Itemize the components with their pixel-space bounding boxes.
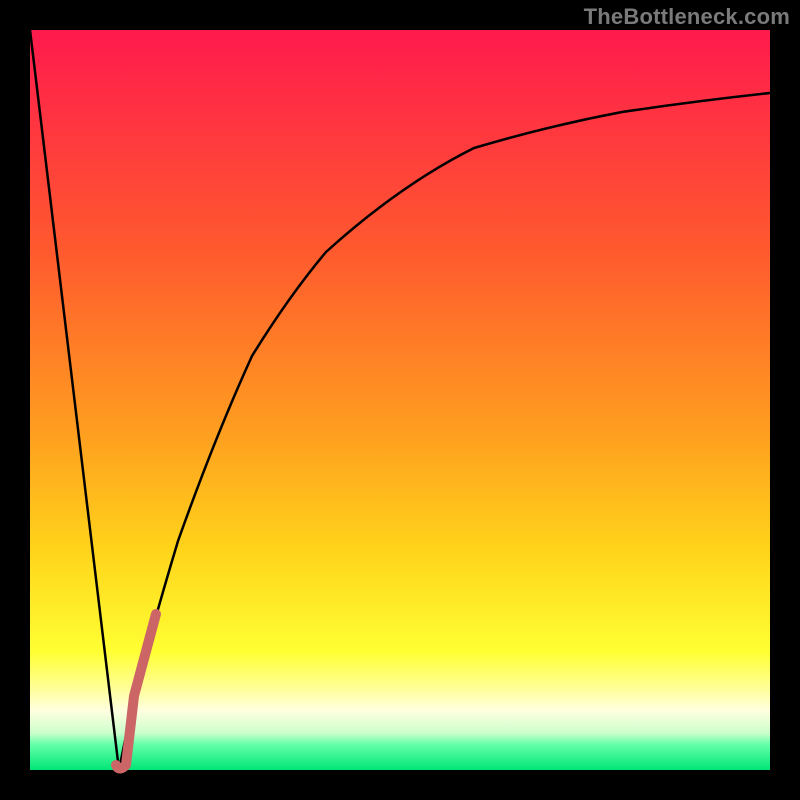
chart-frame: TheBottleneck.com <box>0 0 800 800</box>
chart-svg <box>0 0 800 800</box>
